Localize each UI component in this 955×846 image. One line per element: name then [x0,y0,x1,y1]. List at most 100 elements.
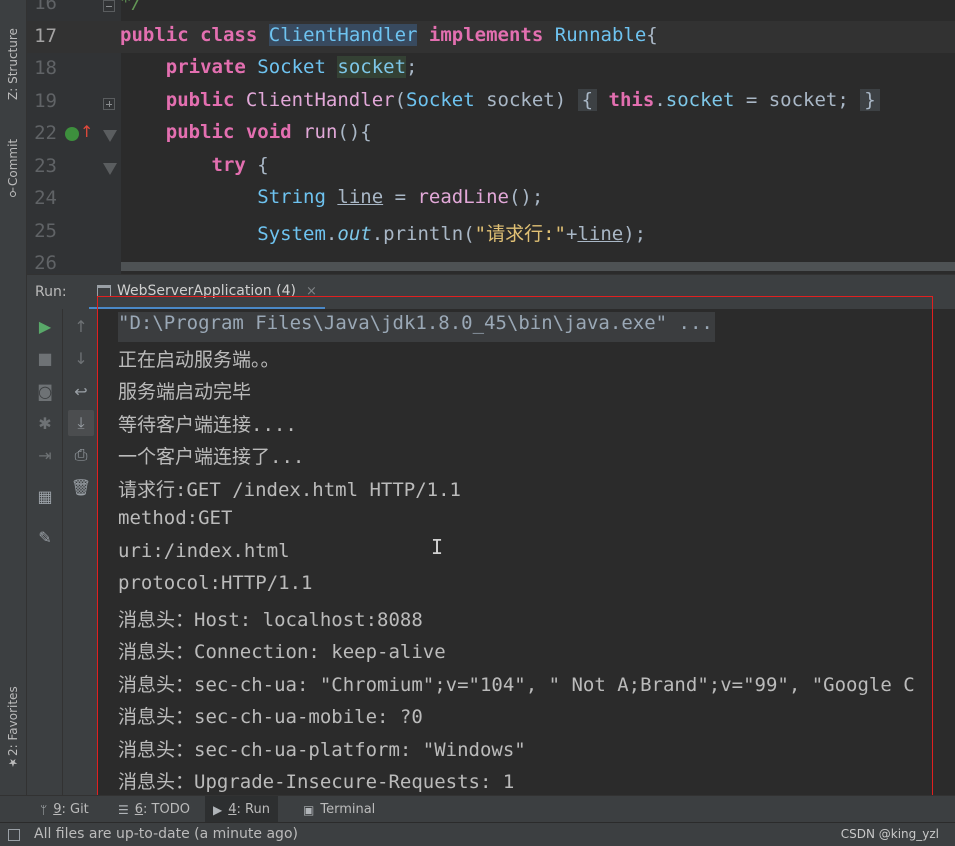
console-window-icon [97,285,111,297]
scroll-to-end-icon[interactable]: ⤓ [68,410,94,436]
line-number: 17 [34,24,57,47]
type-name: Socket [257,56,326,78]
arrow-down-icon[interactable]: ↓ [68,345,94,371]
keyword: class [200,23,258,46]
code-line-16[interactable]: 16 */ [27,0,955,21]
code-line-19[interactable]: 19 public ClientHandler(Socket socket) {… [27,86,955,119]
window-toggle-icon[interactable] [8,829,20,841]
constructor-name: ClientHandler [245,88,395,111]
console-line: 等待客户端连接.... [118,413,297,436]
star-icon: ★ [6,756,20,770]
line-number: 23 [34,154,57,177]
param: socket) [474,88,567,111]
debug-icon[interactable]: ✱ [32,410,58,436]
run-tab-webserverapplication[interactable]: WebServerApplication (4) × [89,275,325,310]
code-line-22[interactable]: 22 ↑ public void run(){ [27,118,955,151]
terminal-icon: ▣ [303,802,315,817]
code-line-25[interactable]: 25 System.out.println("请求行:"+line); [27,216,955,249]
soft-wrap-icon[interactable]: ↩ [68,378,94,404]
rerun-icon[interactable]: ▶ [32,313,58,339]
todo-tab-label: : TODO [143,802,190,817]
brace: { [245,153,269,176]
run-tool-header: Run: WebServerApplication (4) × [27,274,955,310]
console-line: 消息头：sec-ch-ua-platform: "Windows" [118,738,526,761]
dot: . [325,222,338,245]
code-editor[interactable]: 16 */ 17 public class ClientHandler impl… [27,0,955,274]
print-icon[interactable]: ⎙ [68,442,94,468]
line-number: 16 [34,0,57,14]
keyword: void [245,121,292,143]
git-tool-tab[interactable]: ᛘ 9: Git [32,796,97,823]
run-tab-mnemonic: 4 [228,802,237,817]
call-rest: (); [508,186,544,208]
paren: ( [394,88,407,111]
code-line-23[interactable]: 23 try { [27,151,955,184]
interface-name: Runnable [554,23,647,46]
restore-layout-icon[interactable]: ⇥ [32,442,58,468]
fold-plus-icon[interactable] [103,97,115,110]
trash-icon[interactable]: 🗑 [68,474,94,500]
implements-icon[interactable] [65,127,79,141]
close-icon[interactable]: × [306,284,317,299]
left-tool-strip: Z: Structure ⚲ Commit ★ 2: Favorites [0,0,27,822]
line-number: 22 [34,122,57,144]
code-line-18[interactable]: 18 private Socket socket; [27,53,955,86]
code-line-24[interactable]: 24 String line = readLine(); [27,183,955,216]
todo-tool-tab[interactable]: ☰ 6: TODO [110,796,198,823]
structure-tool-tab[interactable]: Z: Structure [2,14,24,114]
console-toolbar-primary: ▶ ■ ◙ ✱ ⇥ ▦ ✎ [27,309,63,795]
status-bar: All files are up-to-date (a minute ago) … [0,822,955,846]
arrow-up-icon[interactable]: ↑ [68,313,94,339]
run-tab-label: : Run [236,802,270,817]
commit-icon: ⚲ [6,186,20,200]
folded-brace[interactable]: } [860,88,880,111]
fold-minus-icon[interactable] [103,162,117,177]
keyword: private [165,56,246,78]
field-name: socket [337,56,407,78]
fold-minus-icon[interactable] [103,0,115,12]
stop-icon[interactable]: ■ [32,345,58,371]
layout-icon[interactable]: ▦ [32,483,58,509]
semicolon: ; [406,56,418,78]
todo-tab-mnemonic: 6 [134,802,144,817]
method-rest: (){ [337,121,372,143]
console-output[interactable]: "D:\Program Files\Java\jdk1.8.0_45\bin\j… [118,309,955,795]
camera-icon[interactable]: ◙ [32,378,58,404]
method-call: .println( [371,222,475,245]
terminal-tool-tab[interactable]: ▣ Terminal [295,796,383,823]
text-cursor-icon: I [431,535,444,559]
play-icon: ▶ [213,802,223,817]
method-call: readLine [417,186,509,208]
folded-brace[interactable]: { [577,88,598,111]
watermark: CSDN @king_yzl [840,827,939,841]
run-tool-tab[interactable]: ▶ 4: Run [205,796,278,823]
console-line: method:GET [118,507,233,529]
commit-tool-tab[interactable]: ⚲ Commit [2,130,24,212]
console-line: 消息头：Host: localhost:8088 [118,608,423,631]
line-number: 26 [34,252,57,274]
brace: { [646,23,658,46]
comment-end: */ [120,0,143,13]
fold-minus-icon[interactable] [103,130,117,144]
status-message[interactable]: All files are up-to-date (a minute ago) [34,826,298,842]
code-line-17[interactable]: 17 public class ClientHandler implements… [27,20,955,53]
keyword: public [120,23,189,46]
assignment: = socket; [734,88,849,111]
bottom-tool-bar: ᛘ 9: Git ☰ 6: TODO ▶ 4: Run ▣ Terminal [0,795,955,823]
console-line: 一个客户端连接了... [118,446,305,468]
console-line: "D:\Program Files\Java\jdk1.8.0_45\bin\j… [118,312,715,342]
keyword: public [165,121,235,143]
favorites-tool-tab[interactable]: ★ 2: Favorites [2,680,24,780]
pin-icon[interactable]: ✎ [32,524,58,550]
favorites-tab-label: 2: Favorites [6,686,20,757]
line-number: 24 [34,187,57,209]
method-name: run [303,121,338,143]
console-line: 消息头：sec-ch-ua-mobile: ?0 [118,706,423,728]
editor-horizontal-scrollbar[interactable] [121,262,955,271]
scrollbar-thumb[interactable] [121,262,955,271]
keyword: implements [428,23,544,46]
console-line: 请求行:GET /index.html HTTP/1.1 [118,478,461,501]
git-tab-label: : Git [61,802,89,817]
type-name: String [257,186,326,208]
override-arrow-icon[interactable]: ↑ [80,122,93,141]
